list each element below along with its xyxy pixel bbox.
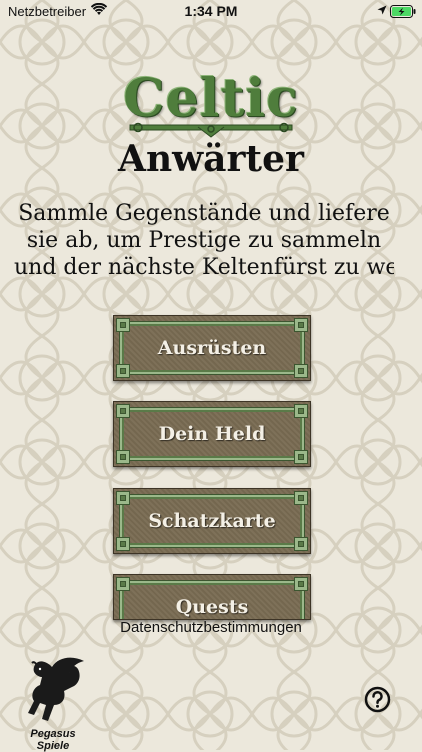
button-label: Dein Held	[158, 423, 266, 445]
ausruesten-button[interactable]: Ausrüsten	[113, 315, 311, 381]
intro-line: und der nächste Keltenfürst zu werd	[14, 255, 394, 280]
logo-subtitle: Anwärter	[118, 138, 304, 180]
intro-line: Sammle Gegenstände und liefere	[18, 201, 390, 226]
quests-button[interactable]: Quests	[113, 574, 311, 620]
status-time: 1:34 PM	[184, 3, 238, 19]
privacy-policy-link[interactable]: Datenschutzbestimmungen	[0, 619, 422, 636]
button-label: Schatzkarte	[148, 510, 276, 532]
intro-line: sie ab, um Prestige zu sammeln	[26, 228, 382, 253]
button-label: Ausrüsten	[157, 337, 267, 359]
location-arrow-icon	[377, 5, 387, 15]
intro-text: Sammle Gegenstände und liefere sie ab, u…	[14, 200, 394, 281]
question-circle-icon[interactable]	[364, 686, 391, 713]
schatzkarte-button[interactable]: Schatzkarte	[113, 488, 311, 554]
celtic-knot-ornament-icon	[129, 122, 293, 138]
dein-held-button[interactable]: Dein Held	[113, 401, 311, 467]
pegasus-horse-icon	[28, 657, 84, 721]
battery-charging-icon	[390, 5, 416, 18]
publisher-name: Pegasus Spiele	[30, 728, 76, 752]
status-bar: Netzbetreiber 1:34 PM	[0, 0, 422, 24]
button-label: Quests	[175, 596, 249, 618]
